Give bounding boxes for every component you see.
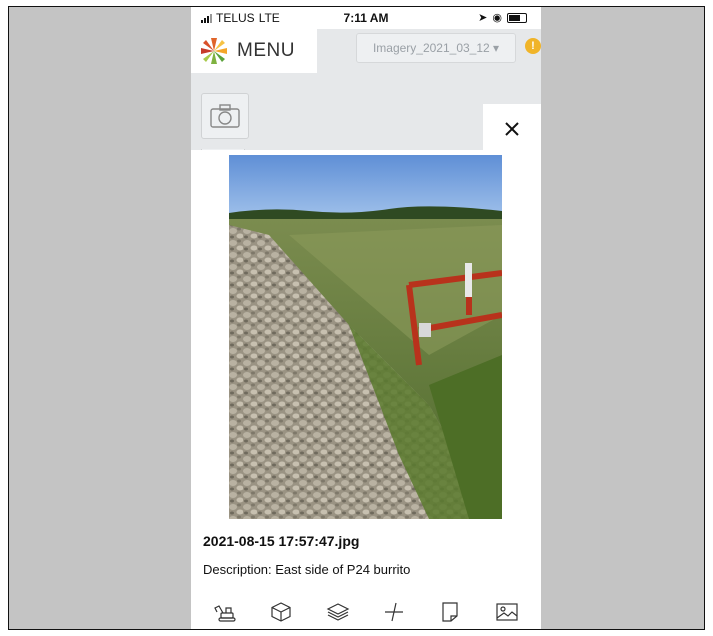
layers-icon [326,602,350,621]
measure-icon [385,602,404,621]
photo-image [229,155,502,519]
layers-tool-button[interactable] [324,598,352,626]
site-photo[interactable] [229,155,502,519]
photo-description: Description: East side of P24 burrito [203,562,411,577]
cube-tool-button[interactable] [267,598,295,626]
phone-screen: TELUS LTE 7:11 AM ➤ ◉ MENU Imagery_2021_… [191,7,541,629]
measure-tool-button[interactable] [380,598,408,626]
battery-icon [507,12,527,23]
status-indicators: ➤ ◉ [478,11,527,24]
cube-icon [271,601,292,622]
screenshot-frame: TELUS LTE 7:11 AM ➤ ◉ MENU Imagery_2021_… [8,6,705,630]
menu-label: MENU [237,40,295,61]
alarm-icon: ◉ [492,12,502,24]
status-bar: TELUS LTE 7:11 AM ➤ ◉ [191,7,541,29]
photo-panel: 2021-08-15 17:57:47.jpg Description: Eas… [191,150,541,593]
image-icon [496,602,518,621]
note-icon [442,601,459,622]
imagery-selector[interactable]: Imagery_2021_03_12 ▾ [356,33,516,63]
bottom-toolbar [191,592,541,629]
excavator-tool-button[interactable] [211,598,239,626]
menu-button[interactable]: MENU [191,29,317,73]
excavator-icon [214,604,236,622]
note-tool-button[interactable] [436,598,464,626]
image-tool-button[interactable] [493,598,521,626]
close-icon [505,122,519,136]
logo-icon [201,38,227,64]
close-button[interactable] [483,104,541,154]
photo-filename: 2021-08-15 17:57:47.jpg [203,533,360,549]
alert-badge[interactable]: ! [525,38,541,54]
photo-modal: 2021-08-15 17:57:47.jpg Description: Eas… [191,104,541,629]
location-icon: ➤ [478,12,488,24]
